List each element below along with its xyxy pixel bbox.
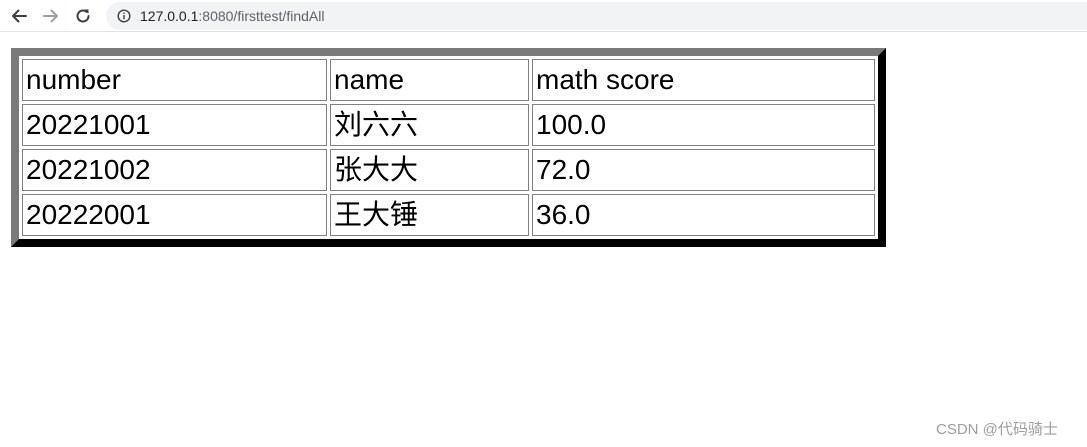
forward-button[interactable] [40, 5, 62, 27]
address-bar[interactable]: 127.0.0.1:8080/firsttest/findAll [106, 2, 1087, 30]
cell-number: 20221001 [22, 104, 327, 146]
table-row: 20221001 刘六六 100.0 [22, 104, 875, 146]
table-header-row: number name math score [22, 59, 875, 101]
cell-name: 刘六六 [330, 104, 529, 146]
table-row: 20221002 张大大 72.0 [22, 149, 875, 191]
info-circle-icon[interactable] [117, 9, 131, 23]
arrow-left-icon [12, 9, 27, 23]
header-cell-number: number [22, 59, 327, 101]
url-text[interactable]: 127.0.0.1:8080/firsttest/findAll [140, 7, 324, 25]
cell-name: 张大大 [330, 149, 529, 191]
score-table: number name math score 20221001 刘六六 100.… [11, 48, 886, 247]
back-button[interactable] [8, 5, 30, 27]
header-cell-math-score: math score [532, 59, 875, 101]
url-host: 127.0.0.1 [140, 8, 199, 24]
cell-math-score: 36.0 [532, 194, 875, 236]
cell-number: 20221002 [22, 149, 327, 191]
cell-math-score: 72.0 [532, 149, 875, 191]
reload-icon [76, 9, 90, 23]
cell-name: 王大锤 [330, 194, 529, 236]
cell-math-score: 100.0 [532, 104, 875, 146]
reload-button[interactable] [72, 5, 94, 27]
table-row: 20222001 王大锤 36.0 [22, 194, 875, 236]
url-path: :8080/firsttest/findAll [198, 8, 325, 24]
header-cell-name: name [330, 59, 529, 101]
browser-toolbar: 127.0.0.1:8080/firsttest/findAll [0, 0, 1087, 32]
csdn-watermark: CSDN @代码骑士 [936, 421, 1058, 438]
arrow-right-icon [43, 9, 58, 23]
cell-number: 20222001 [22, 194, 327, 236]
